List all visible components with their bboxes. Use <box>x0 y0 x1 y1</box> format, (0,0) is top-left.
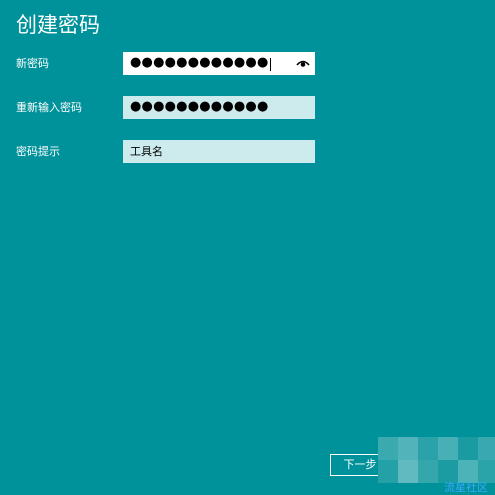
pixelated-overlay <box>378 437 495 483</box>
new-password-field[interactable]: ●●●●●●●●●●●● <box>123 52 315 75</box>
text-caret <box>269 57 271 71</box>
page-title: 创建密码 <box>16 13 100 37</box>
confirm-password-field[interactable]: ●●●●●●●●●●●● <box>123 96 315 119</box>
watermark-text: 流星社区 <box>444 481 488 494</box>
password-hint-label: 密码提示 <box>16 145 60 158</box>
password-hint-value: 工具名 <box>130 145 163 158</box>
password-hint-field[interactable]: 工具名 <box>123 140 315 163</box>
eye-icon[interactable] <box>296 57 310 69</box>
new-password-value: ●●●●●●●●●●●● <box>130 55 269 70</box>
confirm-password-value: ●●●●●●●●●●●● <box>130 99 269 114</box>
new-password-label: 新密码 <box>16 57 49 70</box>
confirm-password-label: 重新输入密码 <box>16 101 82 114</box>
